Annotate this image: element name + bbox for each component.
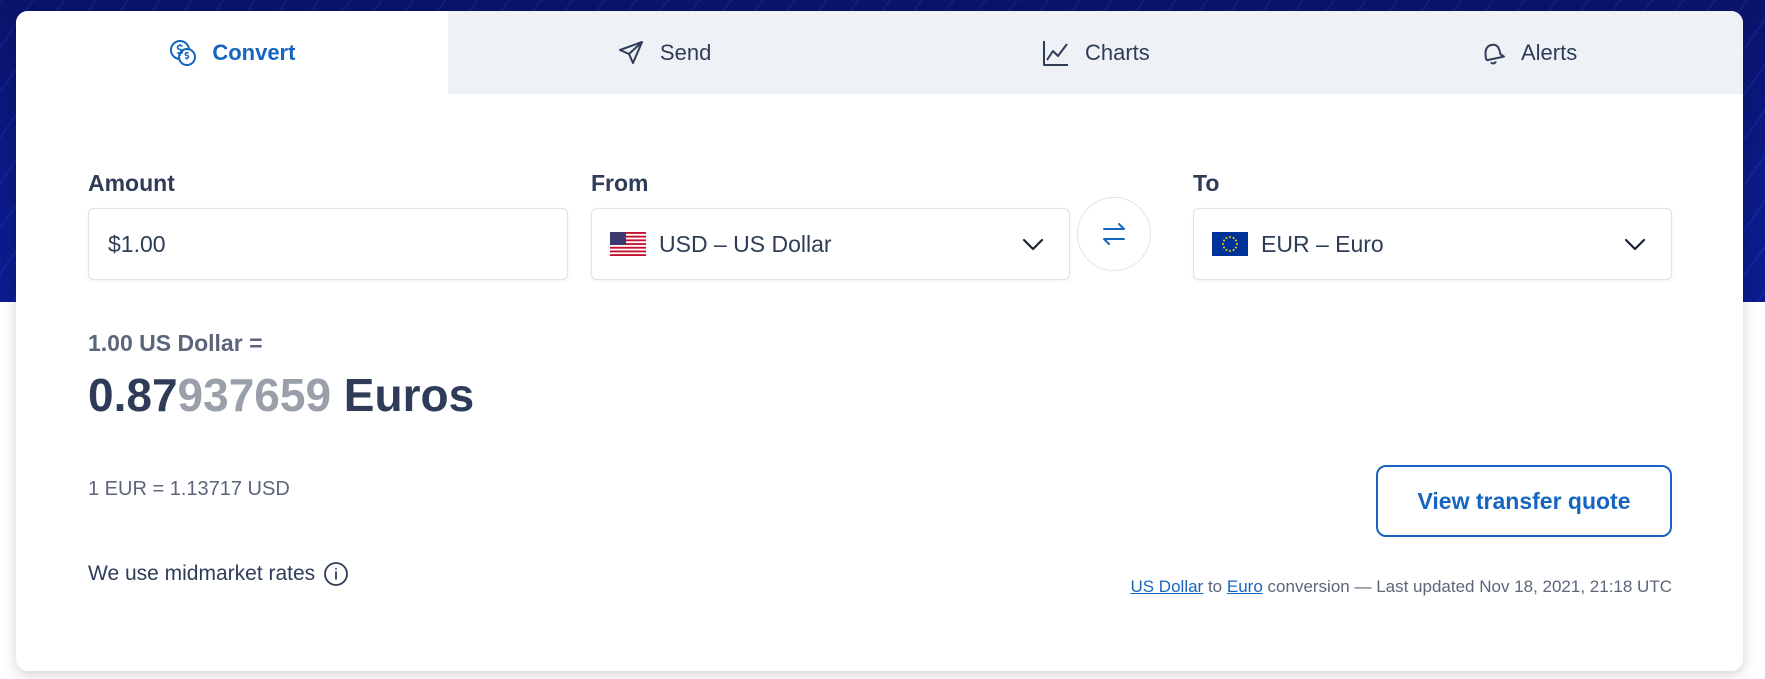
from-amount-text: 1.00 US Dollar = <box>88 330 263 356</box>
info-icon[interactable] <box>323 561 349 587</box>
midmarket-note: We use midmarket rates <box>88 561 349 587</box>
from-currency-select[interactable]: USD – US Dollar <box>591 208 1070 280</box>
us-flag-icon <box>610 232 646 256</box>
chart-icon <box>1041 38 1071 68</box>
footer-to-word: to <box>1207 577 1223 596</box>
view-transfer-quote-button[interactable]: View transfer quote <box>1376 465 1672 537</box>
result-currency: Euros <box>331 369 475 421</box>
us-dollar-link[interactable]: US Dollar <box>1130 577 1203 596</box>
converted-result: 0.87937659 Euros <box>88 368 474 422</box>
result-extra-digits: 937659 <box>177 369 332 421</box>
swap-currencies-button[interactable] <box>1077 197 1151 271</box>
last-updated-text: conversion — Last updated Nov 18, 2021, … <box>1267 577 1672 596</box>
amount-field-wrapper <box>88 208 568 280</box>
from-label: From <box>591 170 649 196</box>
to-currency-select[interactable]: EUR – Euro <box>1193 208 1672 280</box>
bell-icon <box>1477 38 1507 68</box>
chevron-down-icon <box>1621 230 1649 258</box>
tab-convert[interactable]: Convert <box>16 11 448 94</box>
tab-charts[interactable]: Charts <box>879 11 1312 94</box>
result-main-digits: 0.87 <box>88 369 178 421</box>
tab-send[interactable]: Send <box>447 11 880 94</box>
tab-label: Convert <box>212 39 296 65</box>
amount-label: Amount <box>88 170 175 196</box>
tab-alerts[interactable]: Alerts <box>1311 11 1743 94</box>
conversion-footer: US Dollar to Euro conversion — Last upda… <box>1130 577 1672 597</box>
to-currency-value: EUR – Euro <box>1261 230 1384 257</box>
from-currency-value: USD – US Dollar <box>659 230 832 257</box>
tab-label: Charts <box>1084 39 1150 65</box>
amount-input[interactable] <box>89 230 567 258</box>
tab-label: Alerts <box>1521 39 1578 65</box>
tab-label: Send <box>659 39 712 65</box>
midmarket-text: We use midmarket rates <box>88 562 316 585</box>
coins-icon <box>168 38 198 68</box>
send-icon <box>616 38 646 68</box>
inverse-rate-text: 1 EUR = 1.13717 USD <box>88 478 290 500</box>
swap-arrows-icon <box>1103 223 1125 245</box>
euro-link[interactable]: Euro <box>1227 577 1263 596</box>
eu-flag-icon <box>1212 232 1248 256</box>
to-label: To <box>1193 170 1220 196</box>
tab-bar: Convert Send Charts Alerts <box>16 11 1743 94</box>
chevron-down-icon <box>1019 230 1047 258</box>
